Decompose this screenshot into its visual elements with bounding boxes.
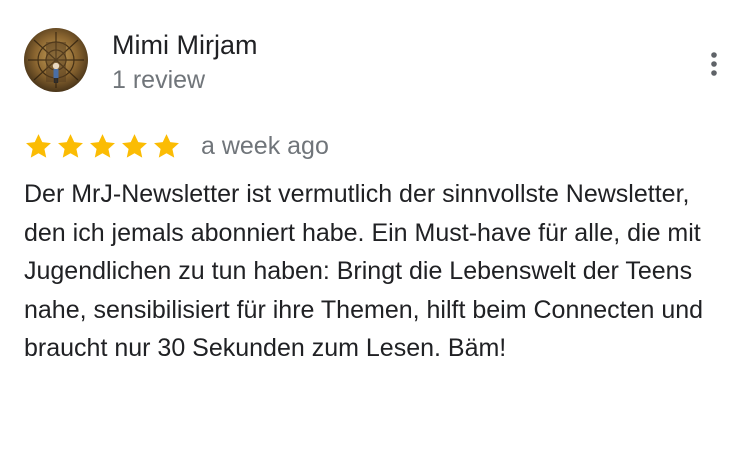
review-card: Mimi Mirjam 1 review a week ago Der MrJ-… — [0, 0, 754, 456]
star-icon — [24, 132, 53, 161]
rating-row: a week ago — [24, 128, 329, 164]
avatar[interactable] — [24, 28, 88, 92]
star-icon — [120, 132, 149, 161]
review-text: Der MrJ-Newsletter ist vermutlich der si… — [24, 180, 704, 362]
author-name[interactable]: Mimi Mirjam — [112, 28, 257, 62]
more-vert-icon — [711, 52, 717, 76]
author-review-count[interactable]: 1 review — [112, 64, 205, 96]
star-icon — [56, 132, 85, 161]
star-icon — [88, 132, 117, 161]
more-options-button[interactable] — [698, 48, 730, 80]
avatar-image — [24, 28, 88, 92]
review-date: a week ago — [201, 132, 329, 160]
star-rating — [24, 132, 181, 161]
star-icon — [152, 132, 181, 161]
